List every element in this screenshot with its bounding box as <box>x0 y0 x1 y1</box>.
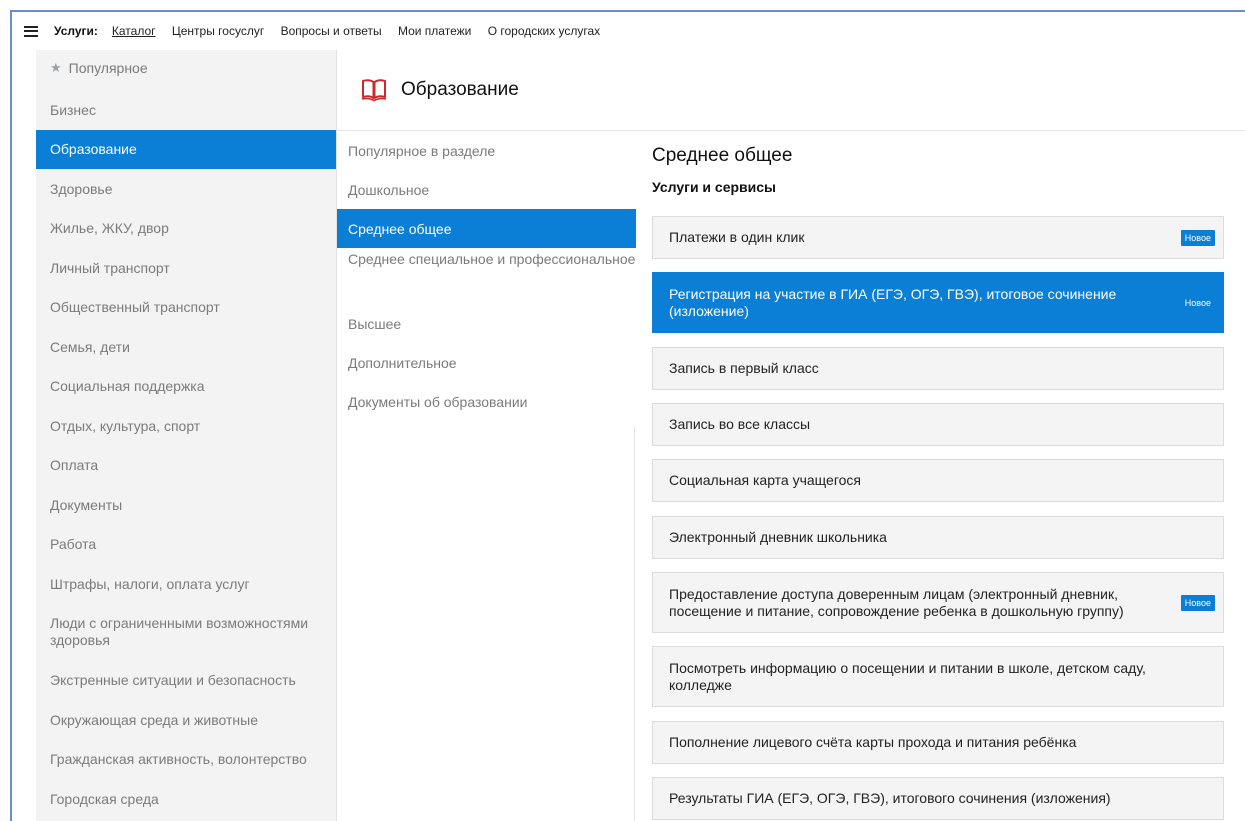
category-sidebar: ★ Популярное Бизнес Образование Здоровье… <box>36 50 336 821</box>
service-card-gia-registration[interactable]: Регистрация на участие в ГИА (ЕГЭ, ОГЭ, … <box>652 272 1224 333</box>
service-card-one-click-payments[interactable]: Платежи в один клик Новое <box>652 216 1224 259</box>
top-nav-catalog[interactable]: Каталог <box>112 24 156 38</box>
top-nav-service-centers[interactable]: Центры госуслуг <box>172 24 264 38</box>
sidebar-item-housing[interactable]: Жилье, ЖКУ, двор <box>36 209 336 249</box>
sidebar-item-civic-activity[interactable]: Гражданская активность, волонтерство <box>36 740 336 780</box>
section-header: Образование <box>337 50 1245 131</box>
service-card-attendance-info[interactable]: Посмотреть информацию о посещении и пита… <box>652 646 1224 707</box>
star-icon: ★ <box>50 60 62 75</box>
sidebar-item-education[interactable]: Образование <box>36 129 336 169</box>
subcategory-nav: Популярное в разделе Дошкольное Среднее … <box>337 131 636 421</box>
sidebar-item-payment[interactable]: Оплата <box>36 446 336 486</box>
top-nav-my-payments[interactable]: Мои платежи <box>398 24 471 38</box>
new-badge: Новое <box>1184 297 1211 308</box>
sidebar-item-business[interactable]: Бизнес <box>36 90 336 130</box>
service-card-label: Регистрация на участие в ГИА (ЕГЭ, ОГЭ, … <box>669 285 1117 319</box>
subnav-item-vocational[interactable]: Среднее специальное и профессиональное <box>337 248 636 304</box>
service-card-card-topup[interactable]: Пополнение лицевого счёта карты прохода … <box>652 721 1224 764</box>
subnav-item-preschool[interactable]: Дошкольное <box>337 170 636 209</box>
subnav-item-higher[interactable]: Высшее <box>337 304 636 343</box>
top-nav-about-services[interactable]: О городских услугах <box>488 24 600 38</box>
service-card-first-grade-enrollment[interactable]: Запись в первый класс <box>652 347 1224 390</box>
service-card-label: Запись в первый класс <box>669 360 819 376</box>
new-badge: Новое <box>1180 594 1215 611</box>
content-title: Среднее общее <box>652 145 793 166</box>
service-card-gia-results[interactable]: Результаты ГИА (ЕГЭ, ОГЭ, ГВЭ), итоговог… <box>652 777 1224 820</box>
sidebar-item-popular[interactable]: ★ Популярное <box>36 50 336 90</box>
sidebar-item-disabilities[interactable]: Люди с ограниченными возможностями здоро… <box>36 604 336 661</box>
sidebar-item-emergency[interactable]: Экстренные ситуации и безопасность <box>36 661 336 701</box>
services-label: Услуги: <box>54 24 98 38</box>
sidebar-item-family[interactable]: Семья, дети <box>36 327 336 367</box>
service-card-label: Запись во все классы <box>669 416 811 432</box>
sidebar-item-work[interactable]: Работа <box>36 525 336 565</box>
service-card-label: Пополнение лицевого счёта карты прохода … <box>669 734 1077 750</box>
sidebar-item-public-transport[interactable]: Общественный транспорт <box>36 288 336 328</box>
subnav-item-secondary[interactable]: Среднее общее <box>337 209 636 248</box>
sidebar-item-social-support[interactable]: Социальная поддержка <box>36 367 336 407</box>
services-content: Среднее общее Услуги и сервисы Платежи в… <box>652 131 1224 820</box>
subnav-item-additional[interactable]: Дополнительное <box>337 343 636 382</box>
subnav-divider <box>634 426 635 821</box>
sidebar-item-label: Популярное <box>68 60 148 76</box>
book-icon <box>361 79 387 102</box>
service-card-label: Результаты ГИА (ЕГЭ, ОГЭ, ГВЭ), итоговог… <box>669 790 1111 806</box>
section-title: Образование <box>401 79 519 100</box>
top-nav: Каталог Центры госуслуг Вопросы и ответы… <box>112 24 613 38</box>
service-card-all-grades-enrollment[interactable]: Запись во все классы <box>652 403 1224 446</box>
service-card-student-social-card[interactable]: Социальная карта учащегося <box>652 459 1224 502</box>
frame-border <box>10 50 12 821</box>
service-card-label: Предоставление доступа доверенным лицам … <box>669 585 1124 619</box>
service-card-label: Электронный дневник школьника <box>669 529 887 545</box>
sidebar-item-documents[interactable]: Документы <box>36 485 336 525</box>
hamburger-menu-icon[interactable] <box>24 25 38 37</box>
sidebar-item-personal-transport[interactable]: Личный транспорт <box>36 248 336 288</box>
service-card-label: Платежи в один клик <box>669 229 805 245</box>
subnav-item-popular[interactable]: Популярное в разделе <box>337 131 636 170</box>
sidebar-item-leisure[interactable]: Отдых, культура, спорт <box>36 406 336 446</box>
sidebar-item-urban-environment[interactable]: Городская среда <box>36 779 336 819</box>
new-badge: Новое <box>1180 229 1215 246</box>
top-nav-faq[interactable]: Вопросы и ответы <box>281 24 382 38</box>
service-card-electronic-diary[interactable]: Электронный дневник школьника <box>652 516 1224 559</box>
sidebar-item-fines-taxes[interactable]: Штрафы, налоги, оплата услуг <box>36 564 336 604</box>
content-subtitle: Услуги и сервисы <box>652 179 777 195</box>
subnav-item-education-documents[interactable]: Документы об образовании <box>337 382 636 421</box>
sidebar-item-health[interactable]: Здоровье <box>36 169 336 209</box>
service-card-label: Социальная карта учащегося <box>669 472 861 488</box>
sidebar-item-environment[interactable]: Окружающая среда и животные <box>36 700 336 740</box>
service-card-label: Посмотреть информацию о посещении и пита… <box>669 659 1146 693</box>
service-card-trusted-access[interactable]: Предоставление доступа доверенным лицам … <box>652 572 1224 633</box>
top-navigation-bar: Услуги: Каталог Центры госуслуг Вопросы … <box>10 10 1245 50</box>
